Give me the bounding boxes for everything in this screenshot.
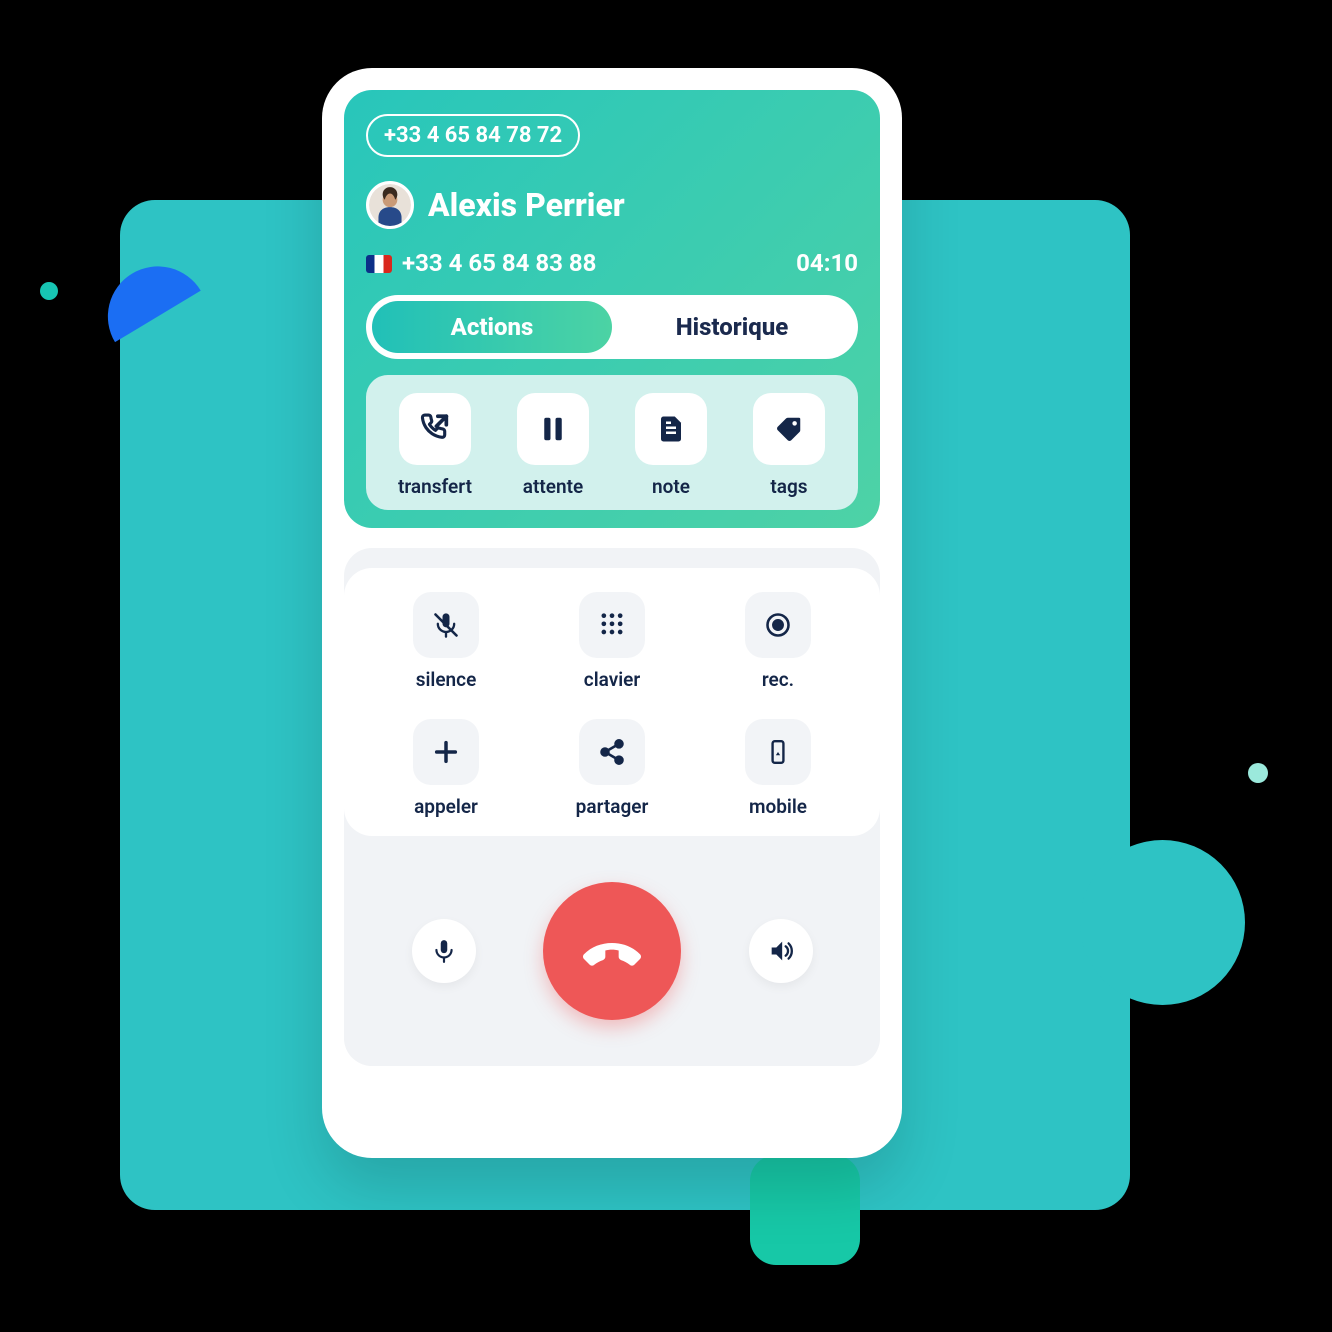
keypad-label: clavier [584, 668, 640, 691]
mobile-button[interactable] [745, 719, 811, 785]
bottom-controls [344, 836, 880, 1066]
note-icon [656, 414, 686, 444]
deco-rounded-square [750, 1155, 860, 1265]
mute-label: silence [416, 668, 477, 691]
keypad-icon [598, 611, 626, 639]
contact-row: Alexis Perrier [366, 181, 858, 229]
own-number-pill[interactable]: +33 4 65 84 78 72 [366, 114, 580, 157]
record-button[interactable] [745, 592, 811, 658]
body-area: silence clavier rec. [344, 548, 880, 1066]
tab-actions[interactable]: Actions [372, 301, 612, 353]
deco-circle [1080, 840, 1245, 1005]
note-label: note [652, 475, 690, 498]
tag-icon [774, 414, 804, 444]
pause-icon [538, 414, 568, 444]
tab-bar: Actions Historique [366, 295, 858, 359]
tags-label: tags [770, 475, 807, 498]
add-call-label: appeler [414, 795, 478, 818]
record-icon [764, 611, 792, 639]
call-header: +33 4 65 84 78 72 Alexis Perrier +33 4 6… [344, 90, 880, 528]
flag-fr-icon [366, 255, 392, 273]
record-label: rec. [762, 668, 794, 691]
controls-grid: silence clavier rec. [344, 568, 880, 836]
mic-icon [431, 938, 457, 964]
speaker-icon [767, 937, 795, 965]
mute-button[interactable] [413, 592, 479, 658]
call-duration: 04:10 [796, 249, 858, 277]
deco-dot [40, 282, 58, 300]
tab-history[interactable]: Historique [612, 301, 852, 353]
mic-off-icon [432, 611, 460, 639]
call-meta: +33 4 65 84 83 88 04:10 [366, 249, 858, 277]
hangup-button[interactable] [543, 882, 681, 1020]
speaker-button[interactable] [749, 919, 813, 983]
tags-button[interactable] [753, 393, 825, 465]
mobile-icon [765, 739, 791, 765]
plus-icon [432, 738, 460, 766]
contact-name: Alexis Perrier [428, 186, 625, 224]
share-button[interactable] [579, 719, 645, 785]
keypad-button[interactable] [579, 592, 645, 658]
share-label: partager [576, 795, 649, 818]
transfer-button[interactable] [399, 393, 471, 465]
note-button[interactable] [635, 393, 707, 465]
contact-number: +33 4 65 84 83 88 [366, 249, 596, 277]
transfer-label: transfert [398, 475, 472, 498]
share-icon [598, 738, 626, 766]
mic-button[interactable] [412, 919, 476, 983]
transfer-icon [418, 412, 452, 446]
hold-label: attente [523, 475, 583, 498]
phone-frame: +33 4 65 84 78 72 Alexis Perrier +33 4 6… [322, 68, 902, 1158]
hold-button[interactable] [517, 393, 589, 465]
mobile-label: mobile [749, 795, 807, 818]
avatar[interactable] [366, 181, 414, 229]
actions-row: transfert attente note tags [366, 375, 858, 510]
add-call-button[interactable] [413, 719, 479, 785]
deco-dot [1248, 763, 1268, 783]
phone-hangup-icon [580, 919, 644, 983]
